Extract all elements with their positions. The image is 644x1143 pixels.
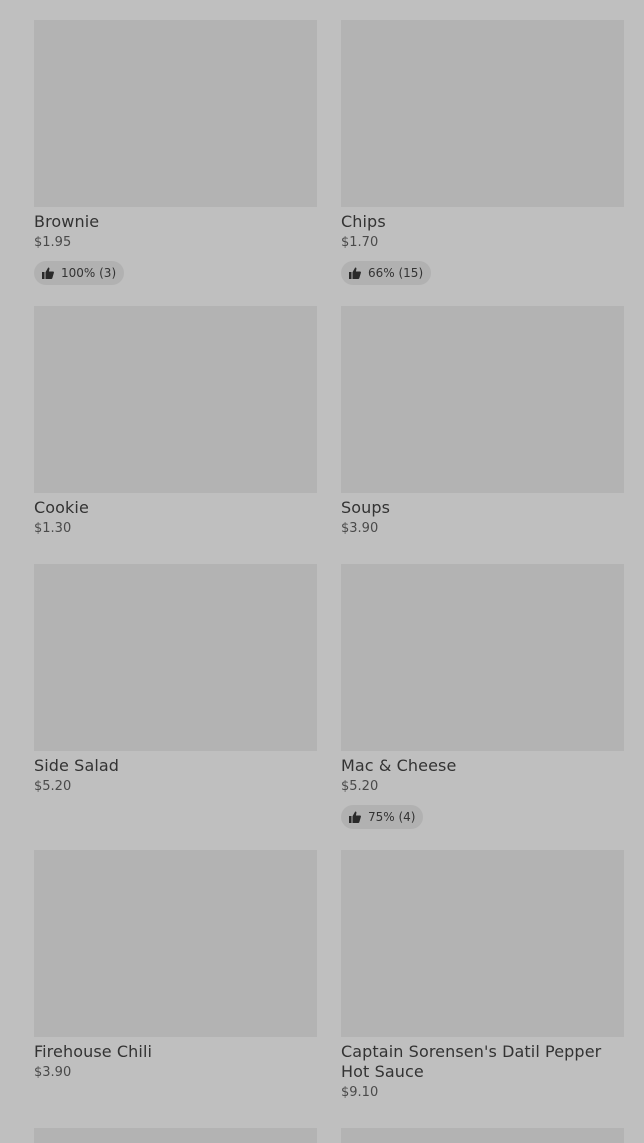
item-price: $5.20 xyxy=(34,779,72,794)
item-price: $5.20 xyxy=(341,779,379,794)
rating-text: 66% (15) xyxy=(368,266,424,280)
rating-text: 100% (3) xyxy=(61,266,117,280)
rating-badge: 75% (4) xyxy=(341,805,424,829)
menu-item-card[interactable] xyxy=(341,1128,624,1143)
item-price: $3.90 xyxy=(341,521,379,536)
item-image[interactable] xyxy=(341,1128,624,1143)
menu-item-card[interactable]: Chips $1.70 66% (15) xyxy=(341,20,624,285)
item-image[interactable] xyxy=(34,850,317,1037)
menu-item-card[interactable]: Captain Sorensen's Datil Pepper Hot Sauc… xyxy=(341,850,624,1101)
item-image[interactable] xyxy=(34,20,317,207)
item-image[interactable] xyxy=(341,564,624,751)
item-name: Firehouse Chili xyxy=(34,1042,153,1061)
item-image[interactable] xyxy=(341,20,624,207)
item-name: Mac & Cheese xyxy=(341,756,457,775)
item-image[interactable] xyxy=(34,1128,317,1143)
item-name: Captain Sorensen's Datil Pepper Hot Sauc… xyxy=(341,1042,602,1081)
rating-badge: 100% (3) xyxy=(34,261,125,285)
menu-item-card[interactable]: Soups $3.90 xyxy=(341,306,624,537)
item-image[interactable] xyxy=(34,564,317,751)
thumbs-up-icon xyxy=(349,811,361,823)
thumbs-up-icon xyxy=(349,267,361,279)
item-name: Cookie xyxy=(34,498,89,517)
menu-item-card[interactable]: Side Salad $5.20 xyxy=(34,564,317,795)
item-name: Side Salad xyxy=(34,756,120,775)
item-price: $1.70 xyxy=(341,235,379,250)
menu-item-card[interactable]: Brownie $1.95 100% (3) xyxy=(34,20,317,285)
menu-item-card[interactable]: Firehouse Chili $3.90 xyxy=(34,850,317,1081)
item-name: Chips xyxy=(341,212,386,231)
menu-item-card[interactable]: Mac & Cheese $5.20 75% (4) xyxy=(341,564,624,829)
thumbs-up-icon xyxy=(42,267,54,279)
rating-badge: 66% (15) xyxy=(341,261,432,285)
item-image[interactable] xyxy=(341,306,624,493)
item-price: $1.30 xyxy=(34,521,72,536)
item-image[interactable] xyxy=(34,306,317,493)
menu-item-card[interactable]: Cookie $1.30 xyxy=(34,306,317,537)
item-name: Soups xyxy=(341,498,391,517)
item-price: $9.10 xyxy=(341,1085,379,1100)
item-image[interactable] xyxy=(341,850,624,1037)
item-name: Brownie xyxy=(34,212,100,231)
menu-item-card[interactable] xyxy=(34,1128,317,1143)
rating-text: 75% (4) xyxy=(368,810,416,824)
item-price: $3.90 xyxy=(34,1065,72,1080)
item-price: $1.95 xyxy=(34,235,72,250)
